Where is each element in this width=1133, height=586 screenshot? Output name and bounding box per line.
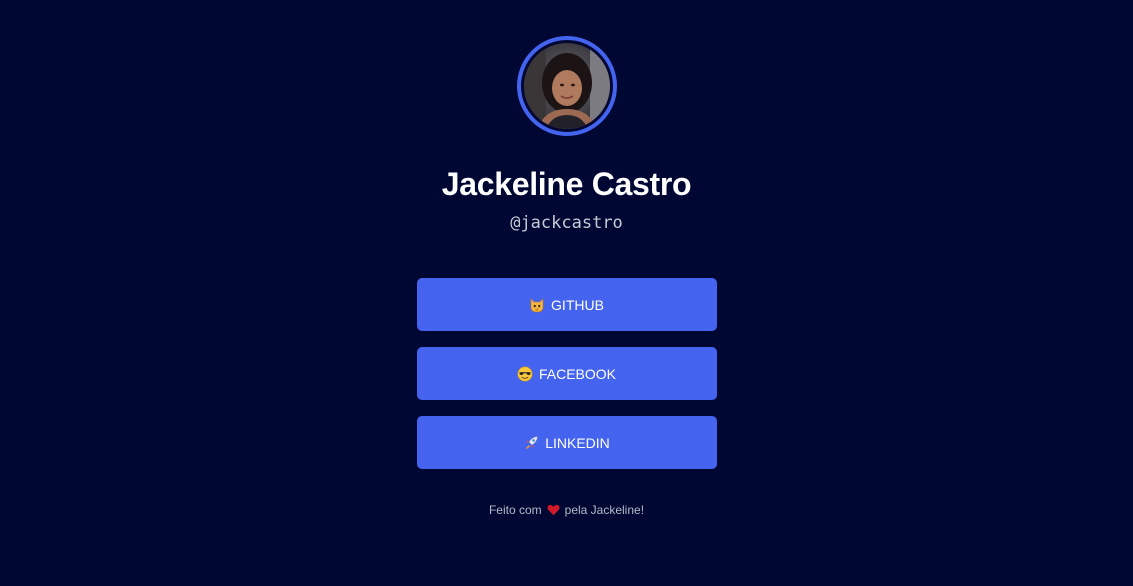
facebook-link-label: FACEBOOK xyxy=(538,365,617,382)
footer-suffix: pela Jackeline! xyxy=(564,503,645,517)
linkedin-link-button[interactable]: LINKEDIN xyxy=(416,416,717,469)
heart-icon xyxy=(547,504,560,516)
footer-credit: Feito com pela Jackeline! xyxy=(417,503,717,517)
cat-emoji-icon xyxy=(529,297,545,313)
profile-name: Jackeline Castro xyxy=(441,166,692,202)
github-link-label: GITHUB xyxy=(551,296,604,313)
avatar-ring xyxy=(516,36,617,136)
linkedin-link-label: LINKEDIN xyxy=(545,434,610,451)
rocket-emoji-icon xyxy=(523,435,539,451)
github-link-button[interactable]: GITHUB xyxy=(416,278,717,331)
avatar xyxy=(523,43,610,129)
facebook-link-button[interactable]: FACEBOOK xyxy=(416,347,717,400)
profile-card: Jackeline Castro @jackcastro GITHUB FACE… xyxy=(416,0,717,517)
profile-handle: @jackcastro xyxy=(510,213,623,233)
footer-prefix: Feito com xyxy=(488,503,542,517)
link-list: GITHUB FACEBOOK LINKEDIN xyxy=(416,278,717,469)
sunglasses-emoji-icon xyxy=(517,366,533,382)
